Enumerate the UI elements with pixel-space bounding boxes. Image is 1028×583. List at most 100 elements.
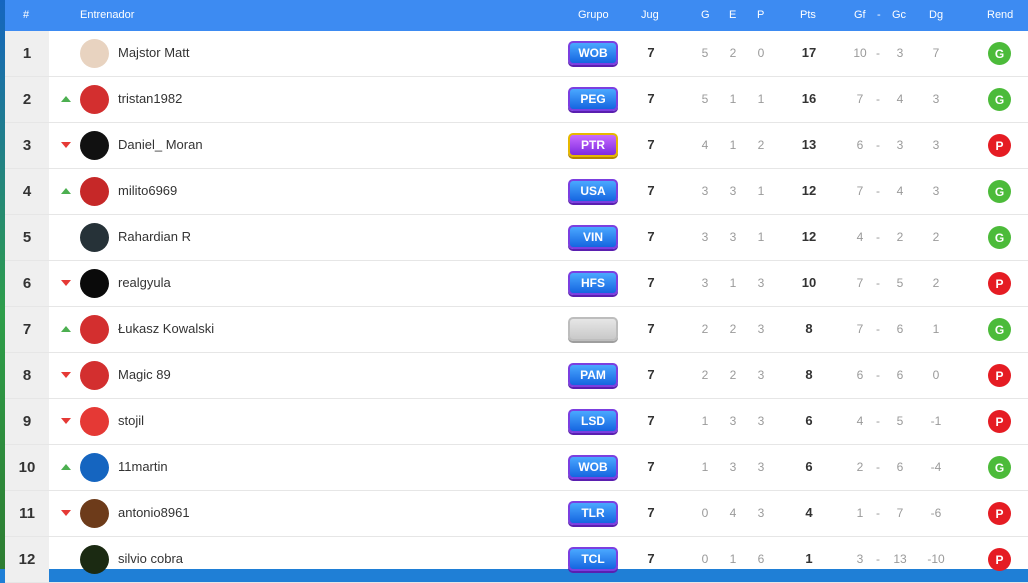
table-row[interactable]: 7 Łukasz Kowalski 7 2 2 3 8 7-6 1 G [5,307,1028,353]
group-badge[interactable]: USA [568,179,618,203]
lost-cell: 3 [757,414,765,428]
header-coach[interactable]: Entrenador [80,9,134,21]
header-rank: # [23,9,30,21]
group-badge[interactable]: PTR [568,133,618,157]
coach-name[interactable]: Majstor Matt [118,45,190,60]
rank-cell: 3 [5,123,49,168]
played-cell: 7 [647,229,655,244]
drawn-cell: 1 [729,92,737,106]
table-row[interactable]: 6 realgyula HFS 7 3 1 3 10 7-5 2 P [5,261,1028,307]
header-gf[interactable]: Gf [854,9,866,21]
gc-cell: 2 [896,230,904,244]
form-badge: P [988,502,1011,525]
header-gc[interactable]: Gc [892,9,906,21]
rank-cell: 10 [5,445,49,490]
coach-name[interactable]: silvio cobra [118,551,183,566]
lost-cell: 3 [757,460,765,474]
table-row[interactable]: 4 milito6969 USA 7 3 3 1 12 7-4 3 G [5,169,1028,215]
table-row[interactable]: 1 Majstor Matt WOB 7 5 2 0 17 10-3 7 G [5,31,1028,77]
group-badge[interactable]: WOB [568,455,618,479]
gc-cell: 4 [896,184,904,198]
header-played[interactable]: Jug [641,9,659,21]
drawn-cell: 1 [729,552,737,566]
table-body: 1 Majstor Matt WOB 7 5 2 0 17 10-3 7 G 2 tristan1982… [5,31,1028,583]
points-cell: 17 [801,45,817,60]
table-row[interactable]: 12 silvio cobra TCL 7 0 1 6 1 3-13 -10 P [5,537,1028,583]
gc-cell: 13 [893,552,907,566]
header-won[interactable]: G [701,9,710,21]
group-badge[interactable]: HFS [568,271,618,295]
group-badge[interactable]: TLR [568,501,618,525]
header-points[interactable]: Pts [800,9,816,21]
table-row[interactable]: 9 stojil LSD 7 1 3 3 6 4-5 -1 P [5,399,1028,445]
coach-name[interactable]: Łukasz Kowalski [118,321,214,336]
form-badge: P [988,364,1011,387]
header-group[interactable]: Grupo [578,9,609,21]
form-badge: G [988,88,1011,111]
avatar[interactable] [80,315,109,344]
table-row[interactable]: 5 Rahardian R VIN 7 3 3 1 12 4-2 2 G [5,215,1028,261]
rank-cell: 11 [5,491,49,536]
coach-name[interactable]: tristan1982 [118,91,182,106]
form-badge: G [988,226,1011,249]
group-badge[interactable]: VIN [568,225,618,249]
avatar[interactable] [80,177,109,206]
drawn-cell: 2 [729,46,737,60]
gc-cell: 4 [896,92,904,106]
played-cell: 7 [647,321,655,336]
avatar[interactable] [80,85,109,114]
header-drawn[interactable]: E [729,9,736,21]
drawn-cell: 1 [729,276,737,290]
avatar[interactable] [80,269,109,298]
won-cell: 3 [701,230,709,244]
header-lost[interactable]: P [757,9,764,21]
header-dg[interactable]: Dg [929,9,943,21]
group-badge[interactable]: WOB [568,41,618,65]
trend-up-icon [61,96,71,102]
table-row[interactable]: 11 antonio8961 TLR 7 0 4 3 4 1-7 -6 P [5,491,1028,537]
coach-name[interactable]: antonio8961 [118,505,190,520]
table-row[interactable]: 8 Magic 89 PAM 7 2 2 3 8 6-6 0 P [5,353,1028,399]
coach-name[interactable]: realgyula [118,275,171,290]
group-badge[interactable]: PEG [568,87,618,111]
gc-cell: 7 [896,506,904,520]
avatar[interactable] [80,545,109,574]
coach-name[interactable]: Rahardian R [118,229,191,244]
avatar[interactable] [80,39,109,68]
table-row[interactable]: 3 Daniel_ Moran PTR 7 4 1 2 13 6-3 3 P [5,123,1028,169]
points-cell: 4 [805,505,813,520]
rank-cell: 4 [5,169,49,214]
rank-cell: 2 [5,77,49,122]
group-badge[interactable]: PAM [568,363,618,387]
avatar[interactable] [80,223,109,252]
gc-cell: 5 [896,414,904,428]
table-row[interactable]: 2 tristan1982 PEG 7 5 1 1 16 7-4 3 G [5,77,1028,123]
group-badge[interactable]: LSD [568,409,618,433]
avatar[interactable] [80,499,109,528]
points-cell: 12 [801,183,817,198]
coach-name[interactable]: 11martin [118,459,168,474]
trend-up-icon [61,326,71,332]
gc-cell: 6 [896,368,904,382]
lost-cell: 6 [757,552,765,566]
points-cell: 10 [801,275,817,290]
coach-name[interactable]: stojil [118,413,144,428]
coach-name[interactable]: Daniel_ Moran [118,137,203,152]
standings-table: # Entrenador Grupo Jug G E P Pts Gf - Gc… [5,0,1028,583]
table-row[interactable]: 10 11martin WOB 7 1 3 3 6 2-6 -4 G [5,445,1028,491]
trend-down-icon [61,418,71,424]
coach-name[interactable]: Magic 89 [118,367,171,382]
drawn-cell: 3 [729,460,737,474]
won-cell: 0 [701,506,709,520]
group-badge[interactable]: TCL [568,547,618,571]
won-cell: 5 [701,92,709,106]
avatar[interactable] [80,453,109,482]
won-cell: 2 [701,368,709,382]
points-cell: 8 [805,321,813,336]
coach-name[interactable]: milito6969 [118,183,177,198]
avatar[interactable] [80,407,109,436]
header-form[interactable]: Rend [987,9,1013,21]
avatar[interactable] [80,131,109,160]
avatar[interactable] [80,361,109,390]
group-badge[interactable] [568,317,618,341]
